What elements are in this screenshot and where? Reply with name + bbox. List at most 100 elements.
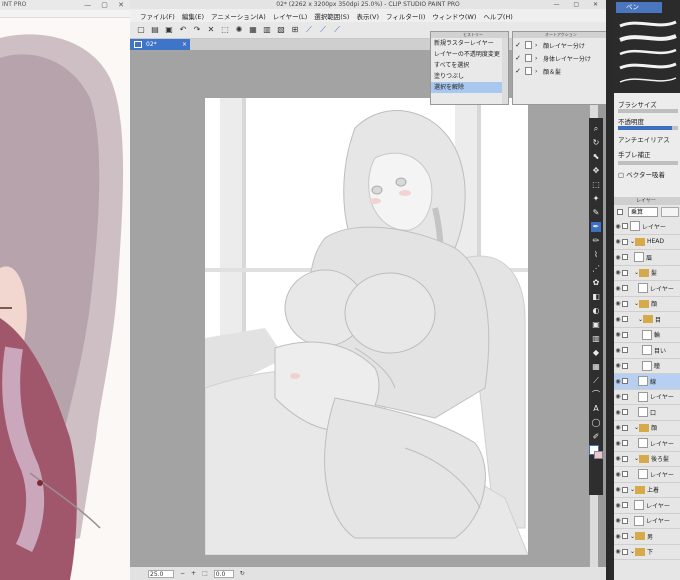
layer-lock-box[interactable] <box>622 269 628 276</box>
action-toggle-box[interactable] <box>525 67 532 75</box>
snap-grid-icon[interactable]: ⟋ <box>332 25 342 35</box>
save-icon[interactable]: ▣ <box>164 25 174 35</box>
history-item[interactable]: レイヤーの不透明度変更 <box>431 49 502 60</box>
brush-size-slider[interactable] <box>618 109 678 113</box>
visibility-eye-icon[interactable]: ◉ <box>614 254 622 261</box>
menu-help[interactable]: ヘルプ(H) <box>483 11 512 21</box>
snap-special-icon[interactable]: ⟋ <box>318 25 328 35</box>
layer-row[interactable]: ◉ ⌄ 下 <box>614 545 680 560</box>
visibility-eye-icon[interactable]: ◉ <box>614 238 622 245</box>
layer-lock-box[interactable] <box>622 393 628 400</box>
checkmark-icon[interactable]: ✓ <box>514 67 522 75</box>
brush-tool-icon[interactable]: ⌇ <box>591 250 601 260</box>
open-icon[interactable]: ▤ <box>150 25 160 35</box>
layer-row[interactable]: ◉ 目い <box>614 343 680 359</box>
decoration-tool-icon[interactable]: ✿ <box>591 278 601 288</box>
layer-row[interactable]: ◉ ⌄ 上着 <box>614 483 680 498</box>
chevron-right-icon[interactable]: › <box>535 68 540 75</box>
reference-window-controls[interactable]: — ▢ ✕ <box>84 0 128 10</box>
text-tool-icon[interactable]: A <box>591 404 601 414</box>
history-item-selected[interactable]: 選択を解除 <box>431 82 502 93</box>
layer-row[interactable]: ◉ 瞳 <box>614 359 680 374</box>
layer-lock-box[interactable] <box>622 285 628 292</box>
balloon-tool-icon[interactable]: ◯ <box>591 418 601 428</box>
history-scrollbar[interactable] <box>502 38 508 104</box>
checkmark-icon[interactable]: ✓ <box>514 54 522 62</box>
vector-snap-checkbox[interactable]: ▢ <box>618 171 626 179</box>
zoom-tool-icon[interactable]: ⌕ <box>591 124 601 134</box>
menu-animation[interactable]: アニメーション(A) <box>211 11 266 21</box>
history-item[interactable]: すべてを選択 <box>431 60 502 71</box>
brush-stroke-previews[interactable] <box>618 16 678 92</box>
vector-snap-option[interactable]: ▢ ベクター吸着 <box>618 169 665 179</box>
frame-tool-icon[interactable]: ▦ <box>591 362 601 372</box>
layer-row[interactable]: ◉ 輪 <box>614 328 680 343</box>
tab-02[interactable]: 02* × <box>130 39 190 50</box>
visibility-eye-icon[interactable]: ◉ <box>614 409 622 416</box>
snap-icon[interactable]: ⊞ <box>290 25 300 35</box>
layer-property-icon[interactable] <box>617 209 623 215</box>
checkmark-icon[interactable]: ✓ <box>514 41 522 49</box>
gradient-tool-icon[interactable]: ▥ <box>591 334 601 344</box>
layer-row[interactable]: ◉ ⌄ 男 <box>614 529 680 545</box>
layer-row[interactable]: ◉ レイヤー <box>614 219 680 235</box>
visibility-eye-icon[interactable]: ◉ <box>614 378 622 385</box>
layer-row[interactable]: ◉ レイヤー <box>614 498 680 514</box>
fill-tool-icon[interactable]: ▣ <box>591 320 601 330</box>
opacity-slider[interactable] <box>618 126 678 130</box>
layer-row[interactable]: ◉ ⌄ HEAD <box>614 235 680 250</box>
menu-file[interactable]: ファイル(F) <box>140 11 175 21</box>
menu-layer[interactable]: レイヤー(L) <box>273 11 308 21</box>
visibility-eye-icon[interactable]: ◉ <box>614 285 622 292</box>
layer-lock-box[interactable] <box>622 471 628 478</box>
ruler-icon[interactable]: ▧ <box>276 25 286 35</box>
layer-lock-box[interactable] <box>622 238 628 245</box>
layer-row[interactable]: ◉ ⌄ 顔 <box>614 297 680 312</box>
pen-tool-icon[interactable]: ✒ <box>591 222 601 232</box>
visibility-eye-icon[interactable]: ◉ <box>614 517 622 524</box>
undo-icon[interactable]: ↶ <box>178 25 188 35</box>
layer-lock-box[interactable] <box>622 223 628 230</box>
layer-lock-box[interactable] <box>622 409 628 416</box>
pencil-tool-icon[interactable]: ✏ <box>591 236 601 246</box>
operation-tool-icon[interactable]: ⬉ <box>591 152 601 162</box>
menu-filter[interactable]: フィルター(I) <box>386 11 425 21</box>
clear-icon[interactable]: ✕ <box>206 25 216 35</box>
correct-line-icon[interactable]: ✐ <box>591 432 601 442</box>
auto-action-item[interactable]: ✓ › 顔レイヤー分け <box>514 39 608 51</box>
action-toggle-box[interactable] <box>525 54 532 62</box>
visibility-eye-icon[interactable]: ◉ <box>614 440 622 447</box>
layer-row[interactable]: ◉ 口 <box>614 405 680 421</box>
ruler-tool-icon[interactable]: ⟋ <box>591 376 601 386</box>
history-item[interactable]: 新規ラスターレイヤー <box>431 38 502 49</box>
layer-lock-box[interactable] <box>622 533 628 540</box>
visibility-eye-icon[interactable]: ◉ <box>614 502 622 509</box>
layer-row[interactable]: ◉ ⌄ 目 <box>614 312 680 328</box>
menu-edit[interactable]: 編集(E) <box>182 11 204 21</box>
rotation-value[interactable]: 0.0 <box>213 569 234 578</box>
visibility-eye-icon[interactable]: ◉ <box>614 331 622 338</box>
layer-lock-box[interactable] <box>622 347 628 354</box>
grid-icon[interactable]: ▥ <box>262 25 272 35</box>
transform-icon[interactable]: ⬚ <box>220 25 230 35</box>
visibility-eye-icon[interactable]: ◉ <box>614 533 622 540</box>
layer-lock-box[interactable] <box>622 316 628 323</box>
chevron-right-icon[interactable]: › <box>535 42 540 49</box>
visibility-eye-icon[interactable]: ◉ <box>614 347 622 354</box>
eraser-tool-icon[interactable]: ◧ <box>591 292 601 302</box>
layer-row[interactable]: ◉ レイヤー <box>614 281 680 297</box>
blend-tool-icon[interactable]: ◐ <box>591 306 601 316</box>
tab-close-icon[interactable]: × <box>182 39 187 50</box>
layer-lock-box[interactable] <box>622 254 628 261</box>
layer-row[interactable]: ◉ レイヤー <box>614 436 680 452</box>
move-layer-icon[interactable]: ✥ <box>591 166 601 176</box>
tab-pen[interactable]: ペン <box>616 2 662 13</box>
layer-row[interactable]: ◉ レイヤー <box>614 390 680 405</box>
layer-lock-box[interactable] <box>622 300 628 307</box>
auto-action-item[interactable]: ✓ › 身体レイヤー分け <box>514 52 608 64</box>
visibility-eye-icon[interactable]: ◉ <box>614 316 622 323</box>
visibility-eye-icon[interactable]: ◉ <box>614 471 622 478</box>
selection-tool-icon[interactable]: ⬚ <box>591 180 601 190</box>
visibility-eye-icon[interactable]: ◉ <box>614 424 622 431</box>
figure-tool-icon[interactable]: ◆ <box>591 348 601 358</box>
